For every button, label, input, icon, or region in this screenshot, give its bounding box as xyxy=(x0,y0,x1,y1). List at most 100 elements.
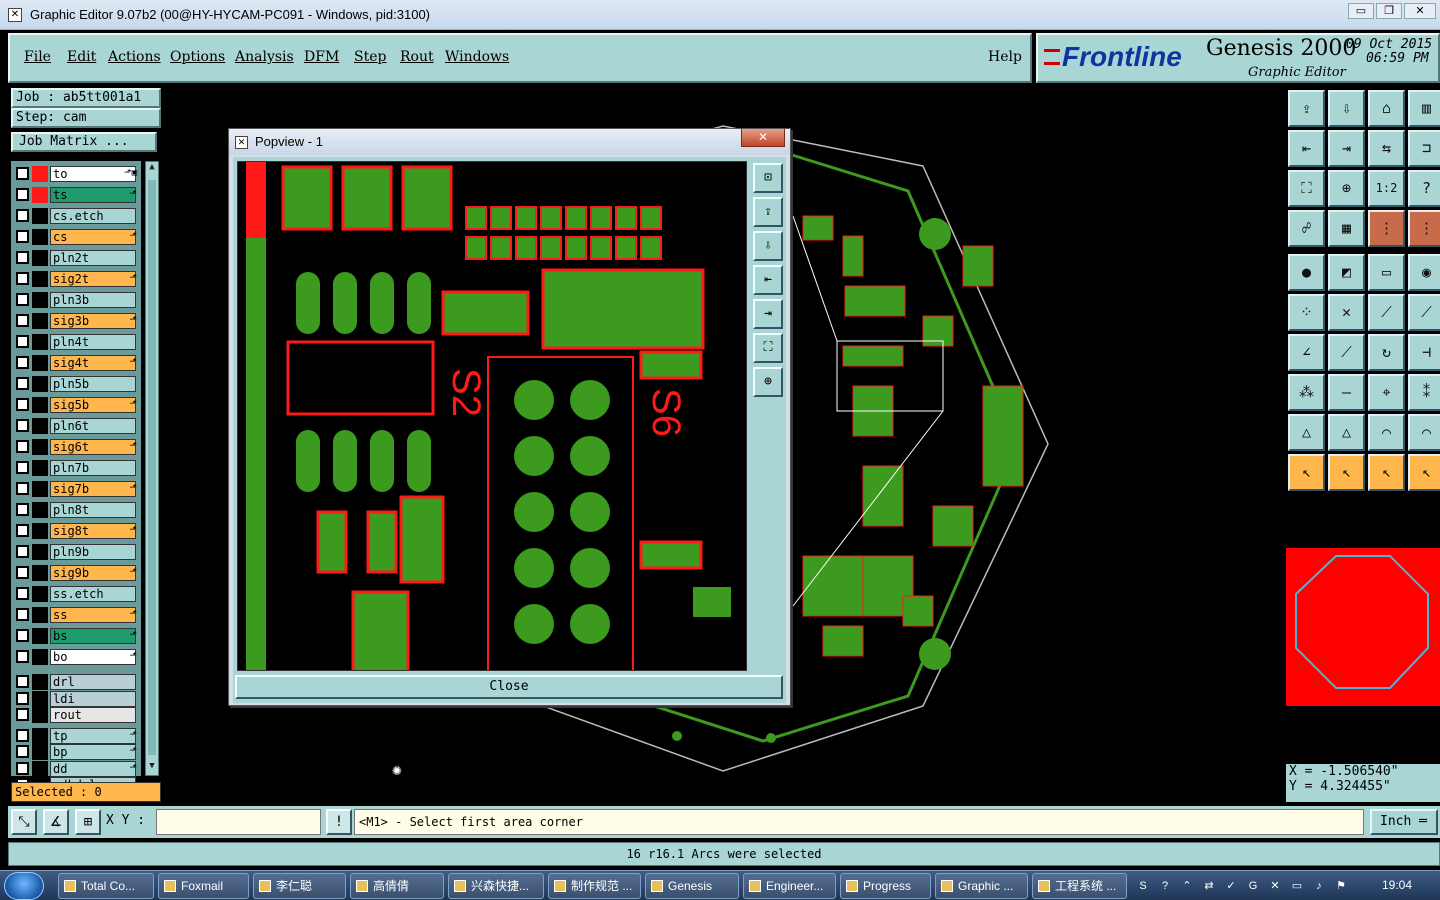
tray-arrow-icon[interactable]: ⌃ xyxy=(1180,879,1194,893)
taskbar-item[interactable]: 高倩倩 xyxy=(350,873,444,899)
layer-checkbox[interactable] xyxy=(16,272,29,285)
group-icon[interactable]: ⁂ xyxy=(1288,374,1325,411)
export-icon[interactable]: ⇪ xyxy=(1288,90,1325,127)
layer-affected-toggle[interactable] xyxy=(32,565,48,581)
layer-checkbox[interactable] xyxy=(16,608,29,621)
tray-network-icon[interactable]: ⇄ xyxy=(1202,879,1216,893)
layer-checkbox[interactable] xyxy=(16,188,29,201)
layer-row-tp[interactable]: tp ⬏ xyxy=(14,727,141,744)
popview-right-icon[interactable]: ⇥ xyxy=(753,299,783,329)
layer-checkbox[interactable] xyxy=(16,419,29,432)
pan-right-icon[interactable]: ⇥ xyxy=(1328,130,1365,167)
layer-row-pln4t[interactable]: pln4t xyxy=(14,334,141,350)
menu-options[interactable]: Options xyxy=(170,49,225,65)
mirror-icon[interactable]: ⊣ xyxy=(1408,334,1440,371)
connect2-icon[interactable]: ⋮ xyxy=(1408,210,1440,247)
pointer-plus-icon[interactable]: ↖ xyxy=(1368,454,1405,491)
grid-snap-icon[interactable]: ⊞ xyxy=(75,809,101,835)
popview-canvas[interactable]: S2 S6 xyxy=(237,161,747,671)
grid-icon[interactable]: ▦ xyxy=(1328,210,1365,247)
layer-row-pln3b[interactable]: pln3b xyxy=(14,292,141,308)
popview-up-icon[interactable]: ⇪ xyxy=(753,197,783,227)
popview-zoom-icon[interactable]: ⊡ xyxy=(753,163,783,193)
popview-center-icon[interactable]: ⊕ xyxy=(753,367,783,397)
layer-row-sig6t[interactable]: sig6t ⬏ xyxy=(14,439,141,455)
slope-icon[interactable]: ⟋ xyxy=(1328,334,1365,371)
scroll-down-icon[interactable]: ▼ xyxy=(146,761,158,775)
layer-row-drl[interactable]: drl xyxy=(14,674,141,690)
layer-checkbox[interactable] xyxy=(16,440,29,453)
home-icon[interactable]: ⌂ xyxy=(1368,90,1405,127)
layer-affected-toggle[interactable] xyxy=(32,313,48,329)
layer-checkbox[interactable] xyxy=(16,209,29,222)
pointer-box-icon[interactable]: ↖ xyxy=(1328,454,1365,491)
layer-affected-toggle[interactable] xyxy=(32,250,48,266)
layer-row-sig3b[interactable]: sig3b ⬏ xyxy=(14,313,141,329)
job-matrix-button[interactable]: Job Matrix ... xyxy=(11,132,157,152)
layout-icon[interactable]: ▥ xyxy=(1408,90,1440,127)
layer-row-cs[interactable]: cs ⬏ xyxy=(14,229,141,245)
taskbar-item[interactable]: Engineer... xyxy=(743,873,836,899)
layer-row-pln7b[interactable]: pln7b xyxy=(14,460,141,476)
layer-affected-toggle[interactable] xyxy=(32,607,48,623)
zoom-fit-icon[interactable]: ⛶ xyxy=(1288,170,1325,207)
units-selector[interactable]: Inch ═ xyxy=(1370,809,1438,835)
layer-checkbox[interactable] xyxy=(16,230,29,243)
layer-affected-toggle[interactable] xyxy=(32,544,48,560)
snap-icon[interactable]: ⤡ xyxy=(11,809,37,835)
layer-affected-toggle[interactable] xyxy=(32,187,48,203)
popview-close-x-button[interactable]: ✕ xyxy=(741,129,785,147)
layer-checkbox[interactable] xyxy=(16,566,29,579)
layer-affected-toggle[interactable] xyxy=(32,292,48,308)
pointer-icon[interactable]: ↖ xyxy=(1288,454,1325,491)
restore-button[interactable]: ❐ xyxy=(1376,3,1402,19)
layer-row-ts[interactable]: ts ⬏ xyxy=(14,187,141,203)
popview-left-icon[interactable]: ⇤ xyxy=(753,265,783,295)
layer-row-sig8t[interactable]: sig8t ⬏ xyxy=(14,523,141,539)
angle-snap-icon[interactable]: ∡ xyxy=(43,809,69,835)
scroll-thumb[interactable] xyxy=(148,180,156,755)
taskbar-item[interactable]: Total Co... xyxy=(58,873,154,899)
popview-fit-icon[interactable]: ⛶ xyxy=(753,333,783,363)
layer-affected-toggle[interactable] xyxy=(32,460,48,476)
tray-volume-icon[interactable]: ♪ xyxy=(1312,879,1326,893)
layer-row-ss-etch[interactable]: ss.etch xyxy=(14,586,141,602)
pan-both-icon[interactable]: ⇆ xyxy=(1368,130,1405,167)
layer-checkbox[interactable] xyxy=(16,398,29,411)
layer-row-pln2t[interactable]: pln2t xyxy=(14,250,141,266)
taskbar-item[interactable]: 工程系统 ... xyxy=(1032,873,1127,899)
import-icon[interactable]: ⇩ xyxy=(1328,90,1365,127)
layer-affected-toggle[interactable] xyxy=(32,502,48,518)
layer-checkbox[interactable] xyxy=(16,503,29,516)
menu-analysis[interactable]: Analysis xyxy=(235,49,294,65)
angle-icon[interactable]: ∠ xyxy=(1288,334,1325,371)
taskbar-item[interactable]: 制作规范 ... xyxy=(548,873,641,899)
menu-help[interactable]: Help xyxy=(988,49,1022,65)
layer-row-pln6t[interactable]: pln6t xyxy=(14,418,141,434)
layer-checkbox[interactable] xyxy=(16,691,29,705)
menu-edit[interactable]: Edit xyxy=(67,49,96,65)
tray-monitor-icon[interactable]: ▭ xyxy=(1290,879,1304,893)
flip-icon[interactable]: ◩ xyxy=(1328,254,1365,291)
layer-checkbox[interactable] xyxy=(16,629,29,642)
layer-row-sig9b[interactable]: sig9b ⬏ xyxy=(14,565,141,581)
menu-windows[interactable]: Windows xyxy=(445,49,509,65)
layer-row-ldi[interactable]: ldi xyxy=(14,690,141,707)
layer-checkbox[interactable] xyxy=(16,335,29,348)
minus-icon[interactable]: — xyxy=(1328,374,1365,411)
scale-icon[interactable]: 1:2 xyxy=(1368,170,1405,207)
layer-affected-toggle[interactable] xyxy=(32,649,48,665)
layer-checkbox[interactable] xyxy=(16,761,29,775)
arch-icon[interactable]: ⌒ xyxy=(1368,414,1405,451)
layer-checkbox[interactable] xyxy=(16,745,29,758)
layer-checkbox[interactable] xyxy=(16,293,29,306)
layer-checkbox[interactable] xyxy=(16,314,29,327)
xy-input[interactable] xyxy=(156,809,321,835)
layer-row-bs[interactable]: bs ⬏ xyxy=(14,628,141,644)
layer-row-sig2t[interactable]: sig2t ⬏ xyxy=(14,271,141,287)
layer-row-rout[interactable]: rout xyxy=(14,707,141,723)
layer-affected-toggle[interactable] xyxy=(32,397,48,413)
help-icon[interactable]: ? xyxy=(1408,170,1440,207)
line-icon[interactable]: ⟋ xyxy=(1368,294,1405,331)
layer-checkbox[interactable] xyxy=(16,708,29,721)
